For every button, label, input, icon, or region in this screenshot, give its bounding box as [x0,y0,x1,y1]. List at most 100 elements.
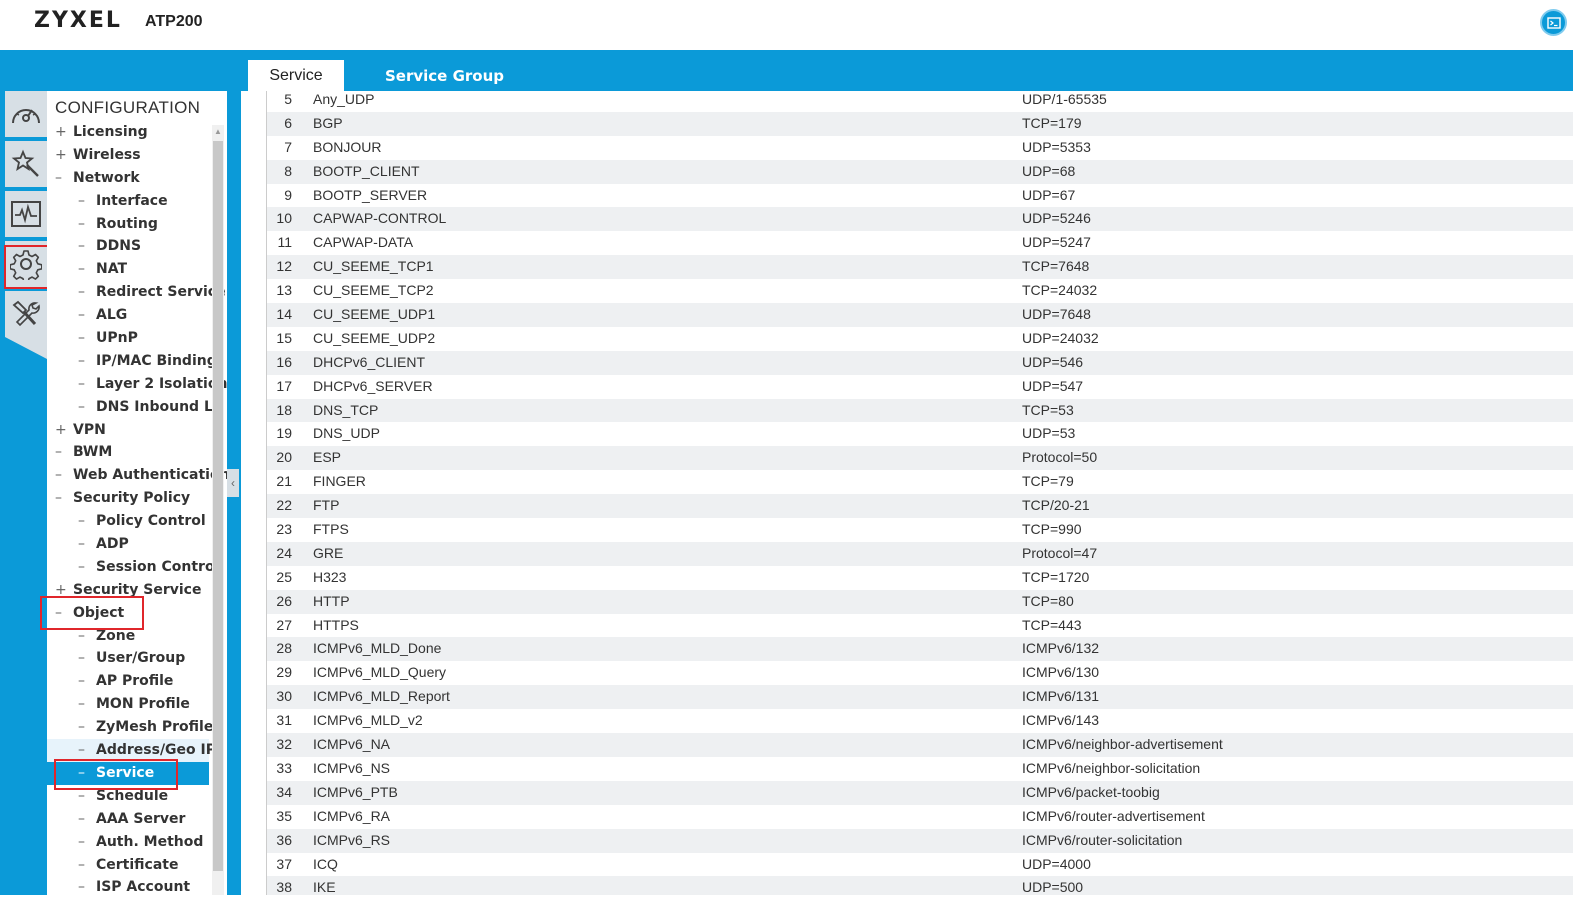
nav-item-network[interactable]: – Network [47,167,209,190]
service-definition: ICMPv6/132 [1022,640,1100,657]
nav-item-licensing[interactable]: + Licensing [47,121,209,144]
table-row[interactable]: 11 CAPWAP-DATA UDP=5247 [267,231,1573,255]
table-row[interactable]: 6 BGP TCP=179 [267,111,1573,136]
table-row[interactable]: 5 Any_UDP UDP/1-65535 [267,91,1573,112]
nav-item-label: Wireless [73,146,141,163]
table-row[interactable]: 9 BOOTP_SERVER UDP=67 [267,184,1573,208]
wizard-button[interactable] [5,141,47,187]
table-row[interactable]: 14 CU_SEEME_UDP1 UDP=7648 [267,303,1573,327]
maintenance-tools-icon [12,300,40,327]
table-row[interactable]: 36 ICMPv6_RS ICMPv6/router-solicitation [267,828,1573,853]
table-row[interactable]: 23 FTPS TCP=990 [267,518,1573,542]
nav-item-adp[interactable]: – ADP [47,533,209,556]
console-button[interactable] [1540,9,1567,36]
nav-item-aaa-server[interactable]: – AAA Server [47,808,209,831]
table-row[interactable]: 28 ICMPv6_MLD_Done ICMPv6/132 [267,637,1573,662]
nav-item-auth-method[interactable]: – Auth. Method [47,831,209,854]
service-definition: UDP=5246 [1022,210,1091,227]
table-row[interactable]: 22 FTP TCP/20-21 [267,494,1573,519]
service-name: CU_SEEME_TCP2 [313,282,434,299]
table-row[interactable]: 24 GRE Protocol=47 [267,541,1573,566]
nav-item-session-control[interactable]: – Session Control [47,556,219,579]
table-row[interactable]: 27 HTTPS TCP=443 [267,614,1573,638]
nav-item-upnp[interactable]: – UPnP [47,327,209,350]
table-row[interactable]: 31 ICMPv6_MLD_v2 ICMPv6/143 [267,709,1573,733]
service-name: DHCPv6_CLIENT [313,353,426,370]
nav-item-label: VPN [73,421,106,438]
nav-item-ddns[interactable]: – DDNS [47,235,209,258]
nav-item-zymesh-profile[interactable]: – ZyMesh Profile [47,716,213,739]
nav-item-mon-profile[interactable]: – MON Profile [47,693,209,716]
table-row[interactable]: 16 DHCPv6_CLIENT UDP=546 [267,350,1573,375]
service-name: HTTP [313,592,350,609]
nav-item-layer-2-isolation[interactable]: – Layer 2 Isolation [47,373,227,396]
nav-item-ap-profile[interactable]: – AP Profile [47,670,209,693]
tree-branch-icon: – [78,879,85,896]
service-name: DHCPv6_SERVER [313,377,433,394]
table-row[interactable]: 7 BONJOUR UDP=5353 [267,136,1573,160]
service-name: ICMPv6_MLD_Report [313,688,450,705]
row-number: 31 [276,712,292,729]
maintenance-button[interactable] [5,291,47,337]
table-row[interactable]: 12 CU_SEEME_TCP1 TCP=7648 [267,255,1573,280]
table-row[interactable]: 34 ICMPv6_PTB ICMPv6/packet-toobig [267,780,1573,805]
nav-item-isp-account[interactable]: – ISP Account [47,876,209,899]
expand-icon[interactable]: + [55,144,67,167]
table-row[interactable]: 29 ICMPv6_MLD_Query ICMPv6/130 [267,661,1573,685]
tree-branch-icon: – [78,650,85,667]
nav-item-bwm[interactable]: – BWM [47,441,209,464]
nav-item-interface[interactable]: – Interface [47,190,209,213]
table-row[interactable]: 15 CU_SEEME_UDP2 UDP=24032 [267,327,1573,351]
nav-item-label: Policy Control [96,513,206,530]
table-row[interactable]: 19 DNS_UDP UDP=53 [267,422,1573,446]
nav-item-routing[interactable]: – Routing [47,213,209,236]
nav-item-web-authentication[interactable]: – Web Authentication [47,464,230,487]
monitor-button[interactable] [5,191,47,237]
service-name: CU_SEEME_UDP2 [313,329,436,346]
nav-scroll-thumb[interactable] [213,141,223,871]
service-name: ICQ [313,855,338,872]
table-row[interactable]: 26 HTTP TCP=80 [267,589,1573,614]
table-row[interactable]: 17 DHCPv6_SERVER UDP=547 [267,375,1573,399]
dashboard-button[interactable] [5,91,47,137]
table-row[interactable]: 10 CAPWAP-CONTROL UDP=5246 [267,207,1573,232]
table-row[interactable]: 33 ICMPv6_NS ICMPv6/neighbor-solicitation [267,757,1573,781]
tab-service[interactable]: Service [248,60,344,92]
table-row[interactable]: 37 ICQ UDP=4000 [267,853,1573,877]
nav-item-nat[interactable]: – NAT [47,258,209,281]
table-row[interactable]: 32 ICMPv6_NA ICMPv6/neighbor-advertisement [267,733,1573,757]
nav-item-wireless[interactable]: + Wireless [47,144,209,167]
table-row[interactable]: 38 IKE UDP=500 [267,876,1573,895]
nav-item-security-policy[interactable]: – Security Policy [47,487,209,510]
nav-item-vpn[interactable]: + VPN [47,419,209,442]
nav-item-certificate[interactable]: – Certificate [47,854,209,877]
tab-service-group[interactable]: Service Group [385,60,504,92]
nav-scrollbar[interactable]: ▲ [212,125,224,895]
nav-item-user-group[interactable]: – User/Group [47,647,209,670]
expand-icon[interactable]: + [55,121,67,144]
table-row[interactable]: 30 ICMPv6_MLD_Report ICMPv6/131 [267,685,1573,710]
nav-item-label: ZyMesh Profile [96,719,214,736]
table-row[interactable]: 20 ESP Protocol=50 [267,446,1573,471]
table-row[interactable]: 35 ICMPv6_RA ICMPv6/router-advertisement [267,805,1573,829]
table-row[interactable]: 8 BOOTP_CLIENT UDP=68 [267,159,1573,184]
table-row[interactable]: 18 DNS_TCP TCP=53 [267,398,1573,423]
table-row[interactable]: 25 H323 TCP=1720 [267,566,1573,590]
collapse-panel-button[interactable]: ‹ [227,469,239,497]
nav-item-label: Auth. Method [96,833,204,850]
nav-item-ip-mac-binding[interactable]: – IP/MAC Binding [47,350,217,373]
tree-branch-icon: – [78,307,85,324]
table-row[interactable]: 21 FINGER TCP=79 [267,470,1573,494]
row-number: 20 [276,449,292,466]
table-row[interactable]: 13 CU_SEEME_TCP2 TCP=24032 [267,279,1573,303]
scroll-up-icon[interactable]: ▲ [212,125,224,139]
nav-item-redirect-service[interactable]: – Redirect Service [47,281,226,304]
expand-icon[interactable]: + [55,419,67,442]
chevron-left-icon: ‹ [231,476,235,490]
nav-item-label: UPnP [96,330,138,347]
nav-item-dns-inbound-lb[interactable]: – DNS Inbound LB [47,396,224,419]
nav-item-label: User/Group [96,650,186,667]
row-number: 25 [276,568,292,585]
nav-item-alg[interactable]: – ALG [47,304,209,327]
nav-item-policy-control[interactable]: – Policy Control [47,510,209,533]
